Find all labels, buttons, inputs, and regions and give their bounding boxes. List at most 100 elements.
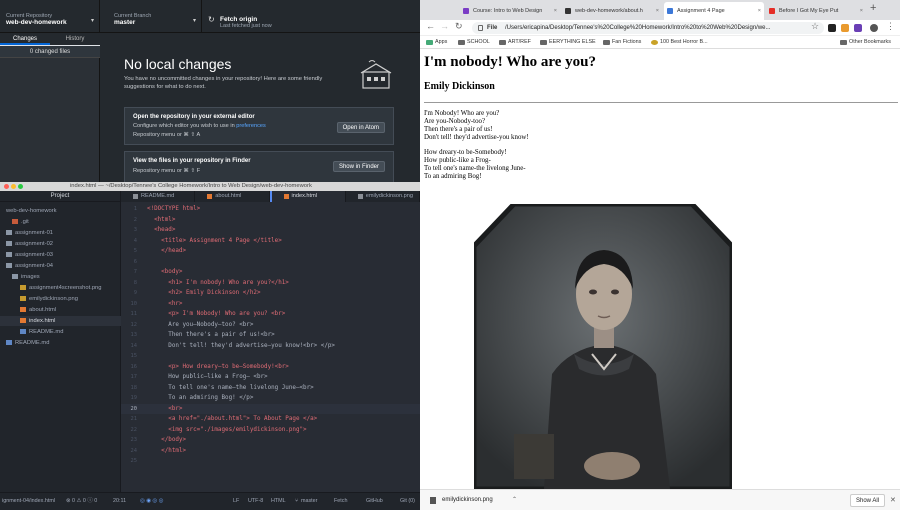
code-line[interactable]: Then there's a pair of us!<br>: [147, 330, 274, 341]
tab-index-html[interactable]: index.html: [269, 191, 346, 202]
back-button[interactable]: ←: [426, 21, 435, 31]
show-in-finder-button[interactable]: Show in Finder: [332, 161, 385, 172]
tree-item[interactable]: .git: [0, 217, 121, 227]
status-fetch[interactable]: Fetch: [334, 493, 347, 510]
browser-tab-youtube[interactable]: Before I Got My Eye Put ×: [766, 2, 866, 20]
chevron-up-icon[interactable]: ⌃: [512, 490, 517, 510]
minimize-window-icon[interactable]: [11, 184, 16, 189]
branch-name: master: [114, 19, 136, 26]
code-line[interactable]: <p> How dreary—to be—Somebody!<br>: [147, 362, 289, 373]
code-line[interactable]: <a href="./about.html"> To About Page </…: [147, 414, 317, 425]
code-line[interactable]: </body>: [147, 435, 186, 446]
bookmark-apps[interactable]: Apps: [426, 36, 447, 49]
browser-tab-assignment[interactable]: Assignment 4 Page ×: [664, 2, 764, 20]
zoom-window-icon[interactable]: [18, 184, 23, 189]
menu-kebab-icon[interactable]: ⋮: [886, 21, 895, 32]
bookmark-other[interactable]: Other Bookmarks: [840, 36, 891, 49]
address-bar[interactable]: File /Users/ericapina/Desktop/Tennee's%2…: [472, 22, 824, 34]
status-file-path[interactable]: ignment-04/index.html: [2, 493, 55, 510]
status-branch[interactable]: master: [301, 493, 317, 510]
tree-item[interactable]: assignment-04: [0, 261, 121, 271]
tree-item-label: assignment-03: [15, 252, 54, 258]
tree-item[interactable]: README.md: [0, 327, 121, 337]
bookmark-everything-else[interactable]: EERYTHING ELSE: [540, 36, 596, 49]
close-tab-icon[interactable]: ×: [758, 2, 761, 20]
code-line[interactable]: <h2> Emily Dickinson </h2>: [147, 288, 260, 299]
browser-toolbar: ← → ↻ File /Users/ericapina/Desktop/Tenn…: [420, 20, 900, 36]
tree-item[interactable]: about.html: [0, 305, 121, 315]
tab-history[interactable]: History: [50, 34, 100, 45]
code-line[interactable]: <!DOCTYPE html>: [147, 204, 200, 215]
code-line[interactable]: To tell one's name—the livelong June—<br…: [147, 383, 313, 394]
code-line[interactable]: Are you—Nobody—too? <br>: [147, 320, 253, 331]
profile-avatar[interactable]: [870, 24, 878, 32]
show-all-button[interactable]: Show All: [850, 494, 886, 507]
code-line[interactable]: <p> I'm Nobody! Who are you? <br>: [147, 309, 285, 320]
code-line[interactable]: <br>: [147, 404, 182, 415]
close-tab-icon[interactable]: ×: [860, 2, 863, 20]
close-tab-icon[interactable]: ×: [554, 2, 557, 20]
tree-item[interactable]: README.md: [0, 338, 121, 348]
forward-button[interactable]: →: [440, 21, 449, 31]
status-grammar[interactable]: HTML: [271, 493, 286, 510]
current-repository-dropdown[interactable]: Current Repository web-dev-homework ▾: [0, 0, 100, 33]
reload-button[interactable]: ↻: [455, 21, 463, 32]
file-icon: [20, 295, 26, 301]
tree-item[interactable]: images: [0, 272, 121, 282]
status-cursor-position[interactable]: 20:11: [113, 493, 126, 510]
bookmark-art-ref[interactable]: ART/REF: [499, 36, 531, 49]
status-encoding[interactable]: UTF-8: [248, 493, 263, 510]
code-line[interactable]: <title> Assignment 4 Page </title>: [147, 236, 282, 247]
tree-item[interactable]: assignment-02: [0, 239, 121, 249]
code-line[interactable]: </html>: [147, 446, 186, 457]
tab-emilydickinson-png[interactable]: emilydickinson.png: [346, 191, 420, 202]
code-line[interactable]: <hr>: [147, 299, 182, 310]
status-problems[interactable]: ⊗ 0 ⚠ 0 ⓘ 0: [66, 493, 97, 510]
code-line[interactable]: <img src="./images/emilydickinson.png">: [147, 425, 306, 436]
extension-icon[interactable]: [828, 24, 836, 32]
code-line[interactable]: <body>: [147, 267, 182, 278]
extension-icon[interactable]: [854, 24, 862, 32]
browser-tab-course[interactable]: Course: Intro to Web Design ×: [460, 2, 560, 20]
tree-item[interactable]: emilydickinson.png: [0, 294, 121, 304]
bookmark-school[interactable]: SCHOOL: [458, 36, 490, 49]
downloaded-file[interactable]: emilydickinson.png: [442, 490, 493, 510]
open-in-atom-button[interactable]: Open in Atom: [336, 122, 385, 133]
current-branch-dropdown[interactable]: Current Branch master ▾: [100, 0, 202, 33]
preferences-link[interactable]: preferences: [236, 123, 266, 129]
line-number: 3: [133, 227, 137, 233]
tree-item[interactable]: web-dev-homework: [0, 206, 121, 216]
code-line[interactable]: <html>: [147, 215, 175, 226]
fetch-origin-button[interactable]: ↻ Fetch origin Last fetched just now: [202, 0, 312, 33]
bookmark-horror[interactable]: 100 Best Horror B...: [651, 36, 708, 49]
status-line-ending[interactable]: LF: [233, 493, 239, 510]
browser-tab-github[interactable]: web-dev-homework/about.h ×: [562, 2, 662, 20]
bookmark-fan-fictions[interactable]: Fan Fictions: [603, 36, 641, 49]
code-line[interactable]: <head>: [147, 225, 175, 236]
info-icon[interactable]: [478, 25, 483, 31]
tree-item[interactable]: assignment-01: [0, 228, 121, 238]
code-editor[interactable]: 1 <!DOCTYPE html> 2 <html> 3 <head> 4 <title…: [121, 202, 420, 492]
code-line[interactable]: To an admiring Bog! </p>: [147, 393, 253, 404]
code-line[interactable]: <h1> I'm nobody! Who are you?</h1>: [147, 278, 289, 289]
code-line[interactable]: </head>: [147, 246, 186, 257]
new-tab-button[interactable]: +: [870, 2, 876, 14]
tab-changes[interactable]: Changes: [0, 34, 50, 45]
close-tab-icon[interactable]: ×: [656, 2, 659, 20]
extension-icon[interactable]: [841, 24, 849, 32]
web-page-content: I'm nobody! Who are you? Emily Dickinson…: [420, 49, 900, 489]
file-icon: [20, 284, 26, 290]
tab-readme[interactable]: README.md: [121, 191, 196, 202]
status-github[interactable]: GitHub: [366, 493, 383, 510]
tree-item[interactable]: index.html: [0, 316, 121, 326]
close-window-icon[interactable]: [4, 184, 9, 189]
line-number: 14: [130, 342, 138, 349]
tree-item[interactable]: assignment-03: [0, 250, 121, 260]
tab-about-html[interactable]: about.html: [195, 191, 270, 202]
code-line[interactable]: Don't tell! they'd advertise—you know!<b…: [147, 341, 335, 352]
bookmark-star-icon[interactable]: ☆: [811, 21, 819, 32]
close-icon[interactable]: ✕: [890, 490, 896, 510]
status-git[interactable]: Git (0): [400, 493, 415, 510]
tree-item[interactable]: assignment4screenshot.png: [0, 283, 121, 293]
code-line[interactable]: How public—like a Frog— <br>: [147, 372, 267, 383]
